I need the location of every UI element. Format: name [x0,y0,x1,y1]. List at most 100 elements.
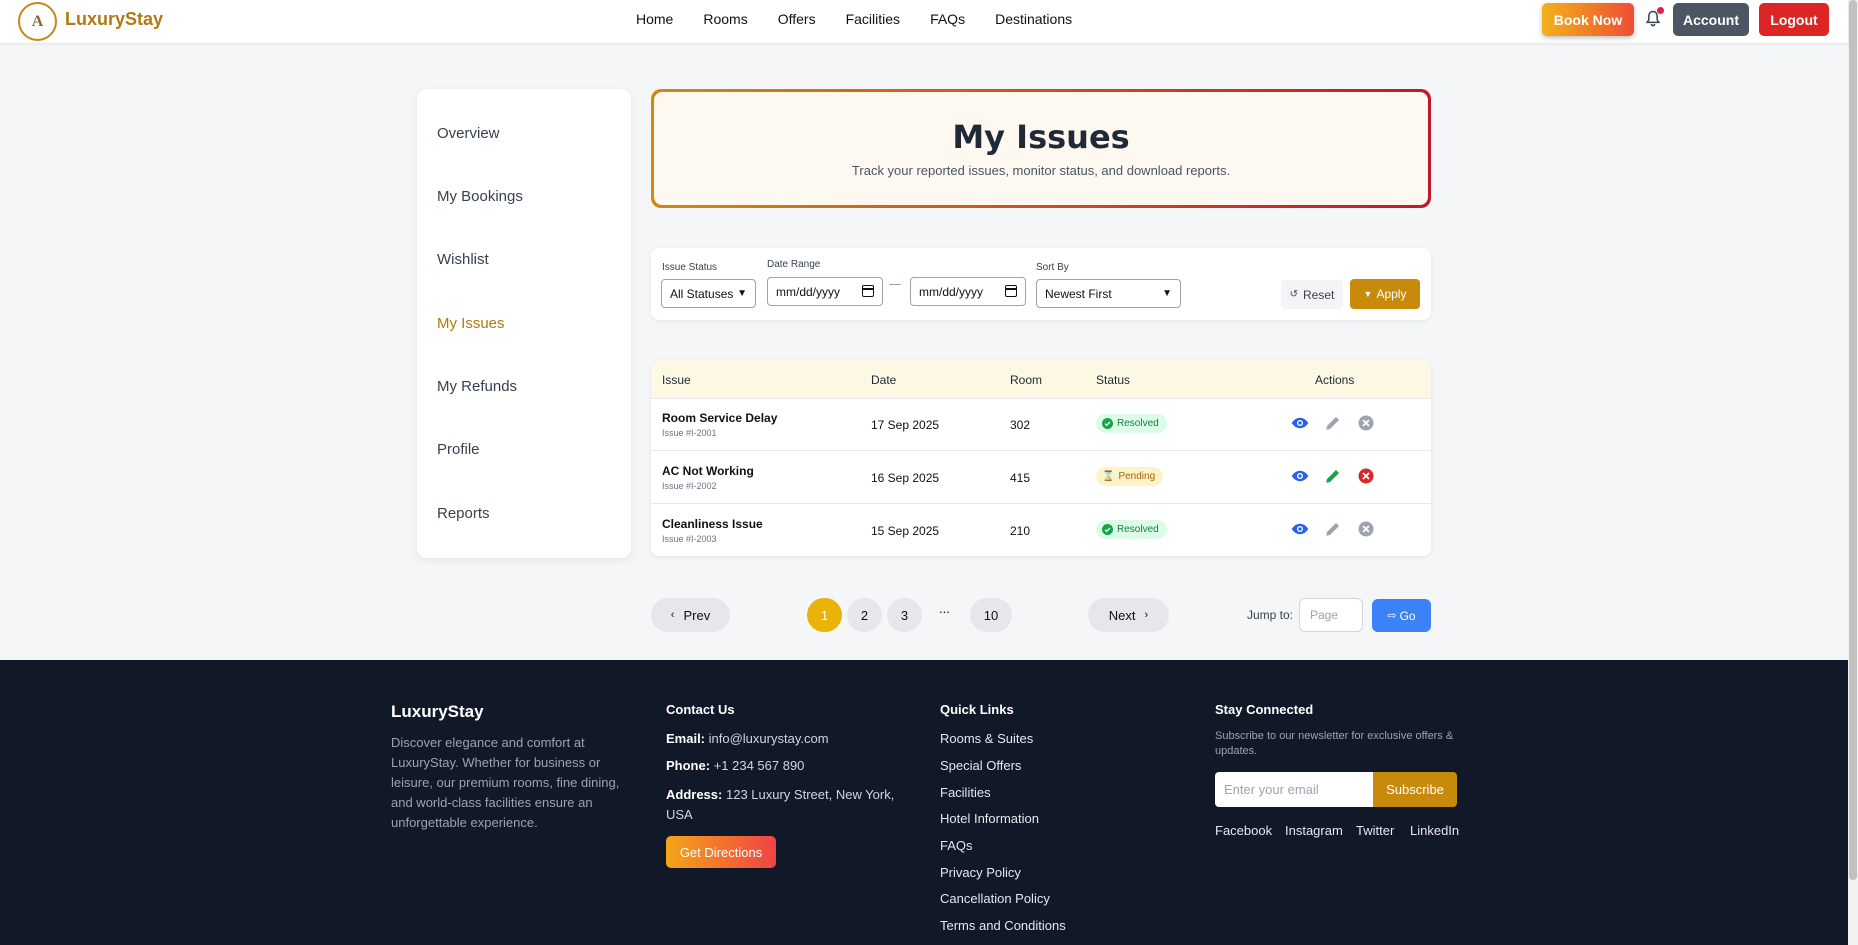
footer-link-facilities[interactable]: Facilities [940,785,991,800]
chevron-left-icon: ‹ [670,609,675,621]
footer-link-faqs[interactable]: FAQs [940,838,973,853]
social-link-linkedin[interactable]: LinkedIn [1410,823,1459,838]
date-from-placeholder: mm/dd/yyyy [776,284,841,299]
check-circle-icon [1102,524,1113,535]
issue-id: Issue #I-2001 [662,428,717,438]
calendar-icon[interactable] [862,285,874,297]
issue-date: 15 Sep 2025 [871,524,940,538]
sidebar-item-overview[interactable]: Overview [437,125,500,142]
logout-button[interactable]: Logout [1759,3,1829,36]
edit-pencil-icon[interactable] [1324,467,1342,485]
edit-pencil-icon[interactable] [1324,414,1342,432]
cancel-x-icon[interactable] [1357,414,1375,432]
chevron-right-icon: › [1144,609,1149,621]
footer-link-privacy-policy[interactable]: Privacy Policy [940,865,1021,880]
page-1-button[interactable]: 1 [807,598,842,632]
sort-by-value: Newest First [1045,286,1112,301]
get-directions-button[interactable]: Get Directions [666,836,776,868]
page-10-button[interactable]: 10 [970,598,1012,632]
issues-table: Issue Date Room Status Actions Room Serv… [651,360,1431,556]
date-to-input[interactable]: mm/dd/yyyy [910,277,1026,306]
page-header-card: My Issues Track your reported issues, mo… [651,89,1431,208]
sidebar-item-profile[interactable]: Profile [437,441,480,458]
page-subtitle: Track your reported issues, monitor stat… [851,163,1231,178]
scrollbar-thumb[interactable] [1849,0,1857,880]
phone-label: Phone: [666,758,711,773]
brand-name[interactable]: LuxuryStay [65,9,163,30]
table-header: Issue Date Room Status Actions [651,360,1431,399]
sidebar-item-my-issues[interactable]: My Issues [437,315,505,332]
hourglass-icon: ⌛ [1102,471,1115,482]
nav-destinations[interactable]: Destinations [995,11,1072,27]
cancel-x-icon[interactable] [1357,467,1375,485]
newsletter-email-input[interactable]: Enter your email [1215,772,1373,807]
calendar-icon[interactable] [1005,285,1017,297]
logo-letter: A [31,12,44,30]
sidebar-item-wishlist[interactable]: Wishlist [437,251,489,268]
go-button[interactable]: ⇨ Go [1372,599,1431,632]
phone-value[interactable]: +1 234 567 890 [714,758,805,773]
column-header-date: Date [871,373,897,387]
footer-link-hotel-information[interactable]: Hotel Information [940,811,1039,826]
sort-by-select[interactable]: Newest First ▼ [1036,279,1181,308]
status-text: Resolved [1117,418,1159,429]
sidebar-item-my-refunds[interactable]: My Refunds [437,378,517,395]
site-footer [0,660,1848,945]
book-now-button[interactable]: Book Now [1542,3,1634,36]
chevron-down-icon: ▼ [737,288,747,299]
status-badge: Resolved [1096,414,1167,433]
column-header-status: Status [1096,373,1131,387]
column-header-actions: Actions [1315,373,1355,387]
next-page-button[interactable]: Next › [1088,598,1169,632]
nav-rooms[interactable]: Rooms [703,11,747,27]
date-range-label: Date Range [767,259,821,270]
apply-button[interactable]: ▼ Apply [1350,279,1420,309]
issue-status-select[interactable]: All Statuses ▼ [661,279,756,308]
status-badge: Resolved [1096,520,1167,539]
page-title: My Issues [952,118,1130,156]
view-eye-icon[interactable] [1291,520,1309,538]
edit-pencil-icon[interactable] [1324,520,1342,538]
social-link-twitter[interactable]: Twitter [1356,823,1394,838]
footer-link-special-offers[interactable]: Special Offers [940,758,1021,773]
issue-date: 16 Sep 2025 [871,471,940,485]
logo-icon[interactable]: A [18,2,57,41]
issue-id: Issue #I-2003 [662,534,717,544]
issue-room: 415 [1010,471,1031,485]
issue-room: 302 [1010,418,1031,432]
subscribe-button[interactable]: Subscribe [1373,772,1457,807]
nav-faqs[interactable]: FAQs [930,11,965,27]
footer-link-cancellation-policy[interactable]: Cancellation Policy [940,891,1050,906]
prev-page-button[interactable]: ‹ Prev [651,598,730,632]
jump-page-input[interactable]: Page [1299,598,1363,632]
issue-title: AC Not Working [662,464,754,478]
nav-facilities[interactable]: Facilities [846,11,900,27]
view-eye-icon[interactable] [1291,467,1309,485]
issue-date: 17 Sep 2025 [871,418,940,432]
date-from-input[interactable]: mm/dd/yyyy [767,277,883,306]
sidebar-item-reports[interactable]: Reports [437,505,490,522]
email-value[interactable]: info@luxurystay.com [709,731,829,746]
social-link-facebook[interactable]: Facebook [1215,823,1272,838]
enter-icon: ⇨ [1387,610,1397,622]
footer-link-terms-conditions[interactable]: Terms and Conditions [940,918,1066,933]
nav-home[interactable]: Home [636,11,673,27]
main-nav: Home Rooms Offers Facilities FAQs Destin… [636,11,1102,27]
notification-dot [1657,7,1664,14]
chevron-down-icon: ▼ [1162,288,1172,299]
quick-links-heading: Quick Links [940,702,1014,717]
view-eye-icon[interactable] [1291,414,1309,432]
page-2-button[interactable]: 2 [847,598,882,632]
footer-link-rooms-suites[interactable]: Rooms & Suites [940,731,1033,746]
account-sidebar: Overview My Bookings Wishlist My Issues … [417,89,631,558]
social-link-instagram[interactable]: Instagram [1285,823,1343,838]
cancel-x-icon[interactable] [1357,520,1375,538]
prev-label: Prev [683,607,711,623]
apply-label: Apply [1376,287,1407,301]
page-3-button[interactable]: 3 [887,598,922,632]
reset-button[interactable]: ↺ Reset [1281,280,1343,309]
table-row: AC Not Working Issue #I-2002 16 Sep 2025… [651,452,1431,504]
nav-offers[interactable]: Offers [778,11,816,27]
account-button[interactable]: Account [1673,3,1749,36]
sidebar-item-my-bookings[interactable]: My Bookings [437,188,523,205]
